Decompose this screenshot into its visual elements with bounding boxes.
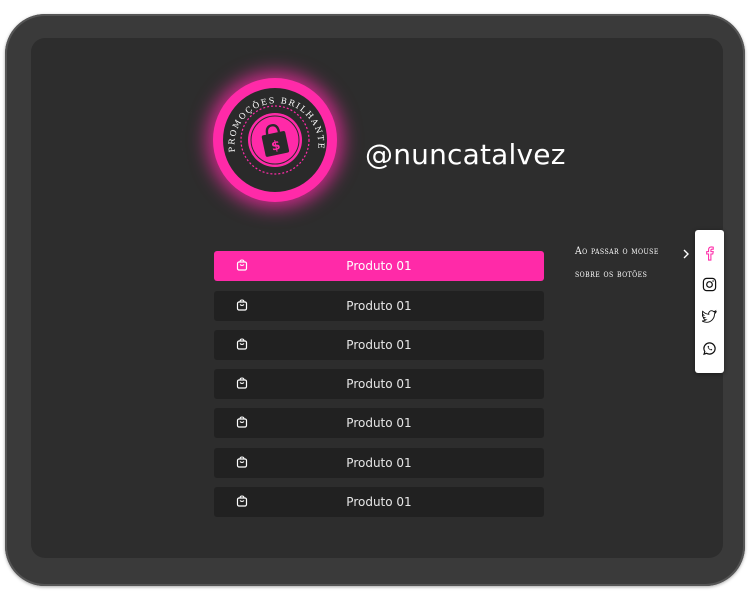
- product-button[interactable]: Produto 01: [214, 369, 544, 399]
- screen: $ PROMOÇÕES BRILHANTE @nuncatalvez Produ…: [31, 38, 723, 558]
- instagram-icon[interactable]: [702, 277, 717, 292]
- product-button[interactable]: Produto 01: [214, 487, 544, 517]
- chevron-right-icon: [683, 249, 689, 259]
- logo-badge-icon: $ PROMOÇÕES BRILHANTE: [226, 95, 325, 175]
- brand-logo: $ PROMOÇÕES BRILHANTE: [213, 78, 337, 202]
- hover-hint: Ao passar o mouse sobre os botões: [575, 240, 659, 286]
- tablet-frame: $ PROMOÇÕES BRILHANTE @nuncatalvez Produ…: [5, 14, 745, 586]
- product-button-label: Produto 01: [346, 338, 412, 352]
- product-button-label: Produto 01: [346, 416, 412, 430]
- product-button-label: Produto 01: [346, 299, 412, 313]
- social-bar: [695, 230, 724, 373]
- facebook-icon[interactable]: [702, 246, 717, 261]
- product-button[interactable]: Produto 01: [214, 251, 544, 281]
- product-button-label: Produto 01: [346, 259, 412, 273]
- whatsapp-icon[interactable]: [702, 341, 717, 356]
- product-button[interactable]: Produto 01: [214, 448, 544, 478]
- hint-line-2: sobre os botões: [575, 268, 648, 280]
- product-button[interactable]: Produto 01: [214, 408, 544, 438]
- profile-handle: @nuncatalvez: [365, 138, 566, 171]
- product-button[interactable]: Produto 01: [214, 291, 544, 321]
- product-button-label: Produto 01: [346, 377, 412, 391]
- twitter-icon[interactable]: [702, 309, 717, 324]
- hint-line-1: Ao passar o mouse: [575, 245, 659, 257]
- product-button-label: Produto 01: [346, 456, 412, 470]
- product-button-label: Produto 01: [346, 495, 412, 509]
- product-button[interactable]: Produto 01: [214, 330, 544, 360]
